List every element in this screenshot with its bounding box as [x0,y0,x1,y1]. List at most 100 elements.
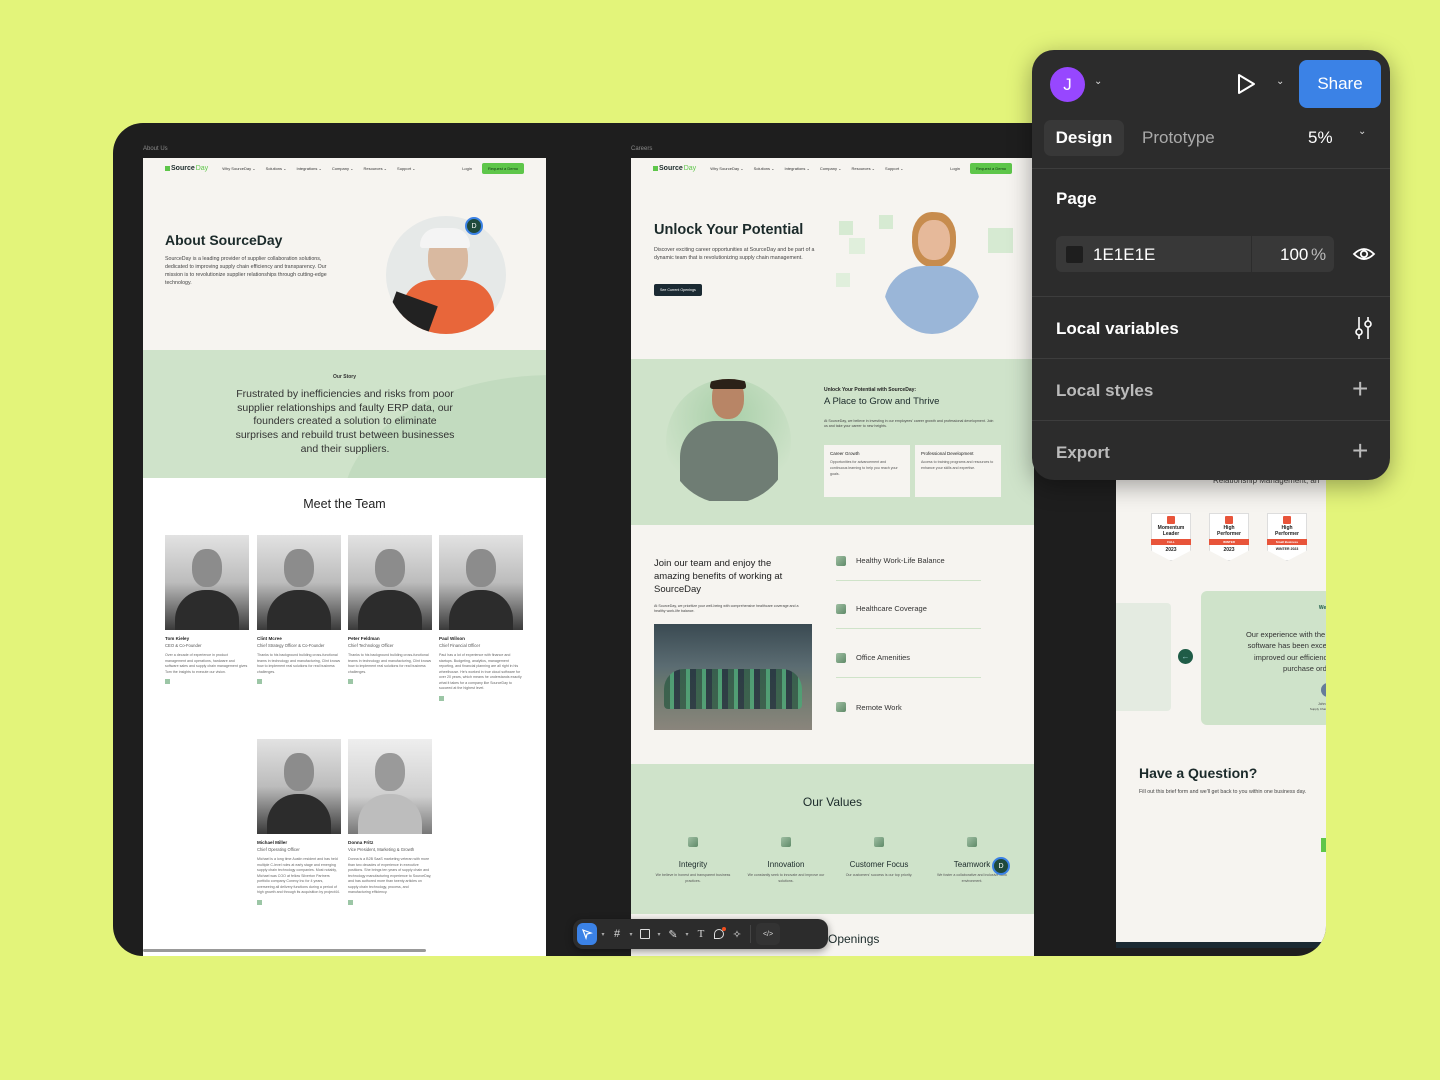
g2-icon [1167,516,1175,524]
frame-tool-chevron-icon[interactable]: ▾ [627,923,635,945]
form-submit-button[interactable] [1321,838,1326,852]
export-section[interactable]: Export + [1032,420,1390,480]
present-chevron-icon[interactable]: ⌄ [1276,76,1284,87]
nav-item[interactable]: Integrations ⌄ [296,166,321,171]
page-section-title: Page [1056,189,1097,208]
rectangle-tool-icon[interactable] [637,923,653,945]
linkedin-icon[interactable] [257,679,262,685]
g2-badge: Momentum Leader FALL 2023 [1151,513,1191,561]
sourceday-logo[interactable]: Source Day [165,165,208,172]
linkedin-icon[interactable] [165,679,170,685]
career-growth-card: Career Growth Opportunities for advancem… [824,445,910,497]
carousel-prev-button[interactable]: ← [1178,649,1193,664]
cube-icon [688,837,698,847]
cube-icon [836,652,846,663]
nav-item[interactable]: Why SourceDay ⌄ [222,166,255,171]
properties-panel: J ⌄ ⌄ Share Design Prototype 5% ⌄ Page 1… [1032,50,1390,480]
cube-icon [874,837,884,847]
user-avatar[interactable]: J [1050,67,1085,102]
request-demo-button[interactable]: Request a Demo [481,162,524,174]
benefits-title: Join our team and enjoy the amazing bene… [654,558,783,595]
grow-title: A Place to Grow and Thrive [824,396,940,407]
member-photo [348,739,432,834]
careers-frame[interactable]: Source Day Why SourceDay ⌄ Solutions ⌄ In… [631,158,1034,956]
local-styles-section[interactable]: Local styles + [1032,358,1390,420]
linkedin-icon[interactable] [439,695,444,701]
careers-nav: Source Day Why SourceDay ⌄ Solutions ⌄ In… [631,158,1034,178]
share-button[interactable]: Share [1299,60,1381,108]
nav-item[interactable]: Integrations ⌄ [784,166,809,171]
add-style-plus-icon[interactable]: + [1352,373,1368,405]
zoom-level[interactable]: 5% [1308,128,1333,148]
tab-design[interactable]: Design [1044,120,1124,156]
zoom-chevron-icon[interactable]: ⌄ [1358,126,1366,137]
login-link[interactable]: Login [950,166,960,171]
our-story-body: Frustrated by inefficiencies and risks f… [235,388,455,455]
linkedin-icon[interactable] [348,899,353,905]
benefit-item: Remote Work [836,687,981,727]
benefit-item: Office Amenities [836,638,981,678]
tab-prototype[interactable]: Prototype [1142,128,1215,148]
dev-mode-toggle-icon[interactable]: </> [756,923,780,945]
actions-sparkle-icon[interactable]: ✧ [729,923,745,945]
comment-tool-icon[interactable] [711,923,727,945]
text-tool-icon[interactable]: T [693,923,709,945]
present-play-icon[interactable] [1235,72,1257,96]
nav-item[interactable]: Solutions ⌄ [266,166,287,171]
nav-item[interactable]: Solutions ⌄ [754,166,775,171]
our-story-eyebrow: Our Story [332,374,357,380]
value-item: Customer Focus Our customers' success is … [834,834,924,879]
collaborator-avatar[interactable]: D [465,217,483,235]
shape-tool-chevron-icon[interactable]: ▾ [655,923,663,945]
move-tool-chevron-icon[interactable]: ▾ [599,923,607,945]
export-label[interactable]: Export [1056,443,1110,463]
collaborator-avatar[interactable]: D [992,857,1010,875]
nav-item[interactable]: Resources ⌄ [363,166,387,171]
home-frame[interactable]: Relationship Management, an Momentum Lead… [1116,468,1326,948]
value-item: Innovation We constantly seek to innovate… [741,834,831,885]
nav-item[interactable]: Support ⌄ [885,166,903,171]
linkedin-icon[interactable] [348,679,353,685]
move-tool-icon[interactable] [577,923,597,945]
about-nav: Source Day Why SourceDay ⌄ Solutions ⌄ In… [143,158,546,178]
nav-item[interactable]: Why SourceDay ⌄ [710,166,743,171]
local-variables-label[interactable]: Local variables [1056,319,1179,339]
frame-tool-icon[interactable]: # [609,923,625,945]
nav-item[interactable]: Company ⌄ [820,166,842,171]
member-photo [439,535,523,630]
contact-description: Fill out this brief form and we'll get b… [1139,789,1307,795]
testimonial-avatar [1321,683,1326,697]
local-variables-section[interactable]: Local variables [1032,296,1390,358]
page-fill-field[interactable]: 1E1E1E 100 % [1056,236,1334,272]
see-openings-button[interactable]: See Current Openings [654,284,702,296]
bottom-toolbar: ▾ # ▾ ▾ ✎ ▾ T ✧ </> [573,919,828,949]
login-link[interactable]: Login [462,166,472,171]
frame-label-careers[interactable]: Careers [631,146,652,152]
pen-tool-chevron-icon[interactable]: ▾ [683,923,691,945]
variables-sliders-icon[interactable] [1352,315,1374,341]
local-styles-label[interactable]: Local styles [1056,381,1153,401]
color-swatch[interactable] [1066,246,1083,263]
page-opacity[interactable]: 100 [1280,245,1308,265]
sourceday-logo[interactable]: Source Day [653,165,696,172]
frame-label-about[interactable]: About Us [143,146,168,152]
grow-section: Unlock Your Potential with SourceDay: A … [631,359,1034,525]
nav-item[interactable]: Company ⌄ [332,166,354,171]
benefits-description: At SourceDay, we prioritize your well-be… [654,604,799,614]
careers-title: Unlock Your Potential [654,222,804,238]
user-menu-chevron-icon[interactable]: ⌄ [1094,76,1102,87]
horizontal-scrollbar[interactable] [143,949,426,952]
request-demo-button[interactable]: Request a Demo [969,162,1012,174]
benefit-item: Healthy Work-Life Balance [836,541,981,581]
linkedin-icon[interactable] [257,899,262,905]
nav-item[interactable]: Resources ⌄ [851,166,875,171]
pen-tool-icon[interactable]: ✎ [665,923,681,945]
about-frame[interactable]: Source Day Why SourceDay ⌄ Solutions ⌄ In… [143,158,546,956]
nav-item[interactable]: Support ⌄ [397,166,415,171]
g2-icon [1225,516,1233,524]
testimonial-quote: Our experience with the k software has b… [1245,630,1326,673]
add-export-plus-icon[interactable]: + [1352,435,1368,467]
visibility-eye-icon[interactable] [1352,244,1376,264]
page-color-hex[interactable]: 1E1E1E [1093,245,1155,265]
g2-badge: High Performer WINTER 2023 [1209,513,1249,561]
